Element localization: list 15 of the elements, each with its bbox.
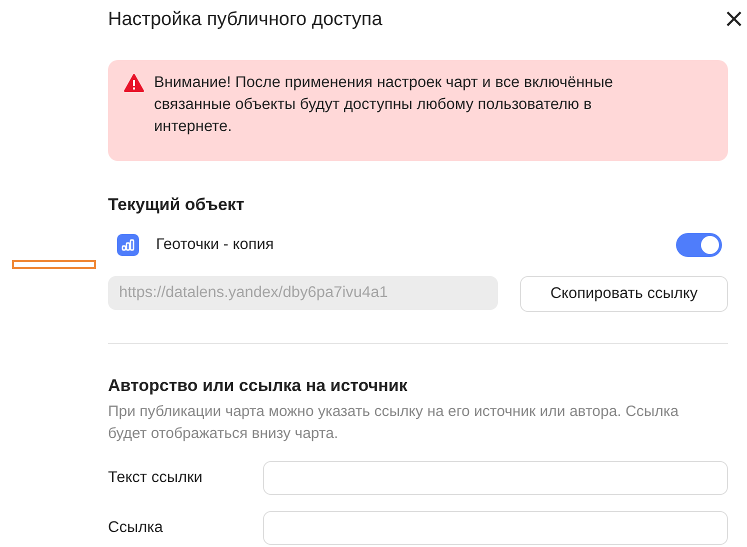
chart-icon xyxy=(117,234,139,256)
input-field[interactable] xyxy=(263,461,728,495)
section-description: При публикации чарта можно указать ссылку на его источник или автора. Ссылка будет отображаться внизу чарта. xyxy=(108,402,680,444)
close-button[interactable]: × xyxy=(722,4,746,34)
section-heading: Текущий объект xyxy=(108,194,246,216)
warning-text: Внимание! После применения настроек чарт и все включённые связанные объекты будут доступны любому пользователю в интернете. xyxy=(154,73,614,137)
field-label: Ссылка xyxy=(108,519,164,537)
input-field[interactable] xyxy=(263,511,728,545)
object-name: Геоточки - копия xyxy=(156,236,275,254)
public-toggle[interactable] xyxy=(676,233,722,257)
copy-link-button[interactable]: Скопировать ссылку xyxy=(520,276,728,312)
field-label: Текст ссылки xyxy=(108,469,204,487)
section-heading: Авторство или ссылка на источник xyxy=(108,375,408,397)
warning-icon xyxy=(124,74,144,92)
dialog-title: Настройка публичного доступа xyxy=(108,8,382,31)
